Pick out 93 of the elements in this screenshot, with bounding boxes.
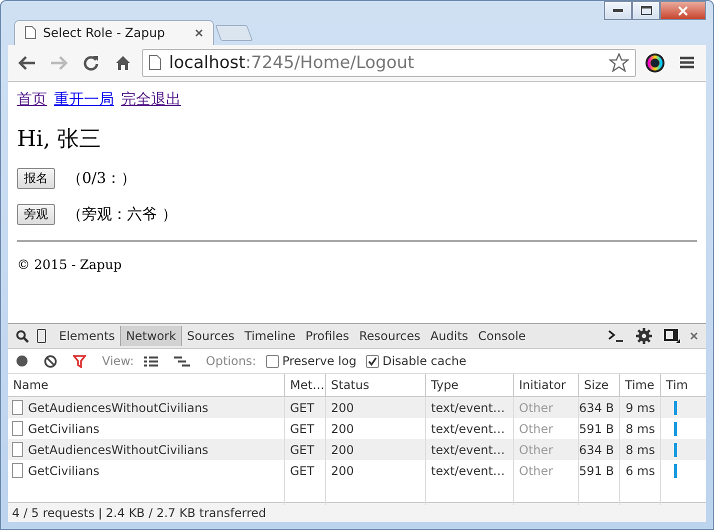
table-cell: text/event… — [431, 400, 505, 414]
table-cell: 200 — [331, 442, 354, 456]
filter-icon[interactable] — [73, 354, 86, 368]
extension-icon[interactable] — [645, 52, 665, 73]
column-header[interactable]: Name — [13, 378, 48, 392]
column-header[interactable]: Initiator — [519, 378, 566, 392]
table-cell: GET — [290, 422, 314, 436]
devtools-tab[interactable]: Audits — [425, 326, 474, 346]
table-cell: Other — [519, 464, 554, 478]
menu-icon[interactable] — [680, 56, 694, 70]
checkbox-label: Disable cache — [382, 354, 466, 368]
mobile-device-icon[interactable] — [37, 329, 46, 343]
table-cell: GET — [290, 442, 314, 456]
action-button[interactable]: 报名 — [17, 168, 55, 189]
table-cell: 200 — [331, 422, 354, 436]
nav-link[interactable]: 完全退出 — [121, 90, 181, 109]
checkbox[interactable] — [366, 354, 380, 368]
timing-bar — [674, 464, 677, 478]
column-header[interactable]: Met… — [290, 378, 324, 392]
minimize-button[interactable] — [604, 1, 632, 20]
table-cell: 8 ms — [626, 422, 655, 436]
address-field[interactable]: localhost:7245/Home/Logout — [142, 48, 636, 77]
devtools-tab[interactable]: Resources — [354, 326, 426, 346]
file-icon — [12, 442, 23, 457]
devtools-tab[interactable]: Profiles — [300, 326, 354, 346]
devtools-tab[interactable]: Console — [473, 326, 531, 346]
search-icon[interactable] — [16, 330, 29, 342]
table-cell: 634 B — [579, 442, 614, 456]
status-text: （0/3：） — [67, 168, 136, 188]
footer-text: © 2015 - Zapup — [17, 258, 123, 273]
timing-bar — [674, 442, 677, 456]
table-cell: text/event… — [431, 464, 505, 478]
timing-bar — [674, 422, 677, 436]
browser-tab[interactable]: Select Role - Zapup — [14, 20, 214, 45]
file-icon — [12, 421, 23, 436]
close-icon[interactable] — [195, 28, 203, 37]
star-icon[interactable] — [609, 53, 629, 72]
record-icon[interactable] — [16, 355, 28, 367]
table-cell: 634 B — [579, 400, 614, 414]
table-cell: 200 — [331, 464, 354, 478]
table-cell: 591 B — [579, 422, 614, 436]
minimize-icon — [613, 8, 623, 12]
greeting-heading: Hi, 张三 — [17, 126, 102, 154]
console-drawer-icon[interactable] — [608, 330, 624, 342]
table-cell: text/event… — [431, 422, 505, 436]
options-label: Options: — [206, 354, 256, 368]
file-icon — [12, 400, 23, 415]
action-button[interactable]: 旁观 — [17, 204, 55, 225]
file-icon — [12, 463, 23, 478]
devtools-tab[interactable]: Network — [120, 326, 182, 346]
nav-link[interactable]: 重开一局 — [54, 90, 114, 109]
checkbox[interactable] — [266, 354, 280, 368]
status-text: （旁观：六爷 ） — [67, 204, 177, 224]
column-header[interactable]: Status — [331, 378, 370, 392]
close-icon[interactable] — [690, 332, 698, 340]
status-bar-text: 4 / 5 requests ǀ 2.4 KB / 2.7 KB transferred — [8, 502, 706, 522]
checkbox-label: Preserve log — [282, 354, 356, 368]
table-cell: GetCivilians — [28, 422, 100, 436]
timing-bar — [674, 400, 677, 414]
devtools-tab[interactable]: Timeline — [240, 326, 301, 346]
table-cell: Other — [519, 400, 554, 414]
table-cell: 200 — [331, 400, 354, 414]
maximize-icon — [640, 6, 652, 15]
table-cell: Other — [519, 442, 554, 456]
table-cell: Other — [519, 422, 554, 436]
table-cell: GET — [290, 400, 314, 414]
nav-link[interactable]: 首页 — [17, 90, 47, 109]
close-button[interactable] — [660, 1, 706, 20]
page-icon — [149, 55, 161, 70]
maximize-button[interactable] — [632, 1, 660, 20]
table-cell: 591 B — [579, 464, 614, 478]
column-header[interactable]: Tim — [666, 378, 688, 392]
clear-icon[interactable] — [44, 354, 57, 368]
devtools-tab[interactable]: Sources — [182, 326, 240, 346]
overview-icon[interactable] — [174, 356, 190, 366]
dock-icon[interactable] — [664, 329, 680, 343]
settings-icon[interactable] — [636, 328, 652, 344]
devtools-tab[interactable]: Elements — [54, 326, 120, 346]
table-cell: 8 ms — [626, 442, 655, 456]
table-cell: GetAudiencesWithoutCivilians — [28, 442, 208, 456]
close-icon — [678, 6, 688, 16]
table-cell: text/event… — [431, 442, 505, 456]
table-cell: GetCivilians — [28, 464, 100, 478]
view-label: View: — [102, 354, 134, 368]
table-cell: GET — [290, 464, 314, 478]
table-cell: GetAudiencesWithoutCivilians — [28, 400, 208, 414]
column-header[interactable]: Size — [584, 378, 609, 392]
table-cell: 9 ms — [626, 400, 655, 414]
table-cell: 6 ms — [626, 464, 655, 478]
page-icon — [25, 26, 36, 40]
column-header[interactable]: Time — [625, 378, 654, 392]
list-view-icon[interactable] — [144, 356, 158, 366]
column-header[interactable]: Type — [431, 378, 459, 392]
